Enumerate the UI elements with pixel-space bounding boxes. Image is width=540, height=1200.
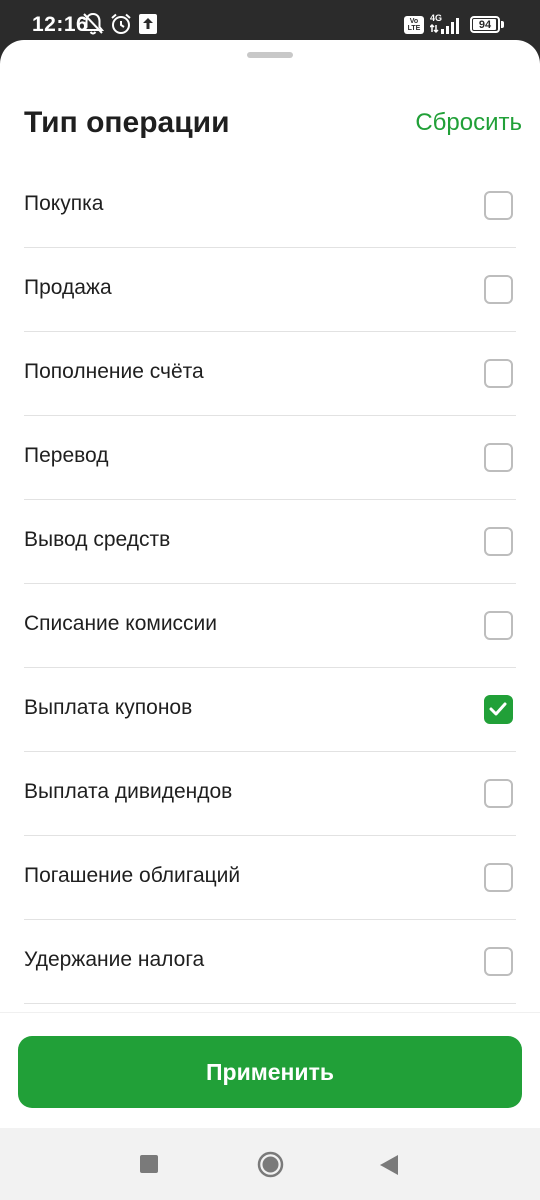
checkbox[interactable] [484, 359, 513, 388]
operation-type-option[interactable]: Пополнение счёта [0, 332, 540, 416]
volte-line2: LTE [407, 25, 421, 32]
operation-type-option[interactable]: Погашение облигаций [0, 836, 540, 920]
checkbox[interactable] [484, 779, 513, 808]
divider [24, 1003, 516, 1004]
option-label: Выплата дивидендов [24, 780, 233, 803]
check-icon [489, 702, 507, 716]
home-icon[interactable] [257, 1151, 284, 1178]
checkbox[interactable] [484, 275, 513, 304]
checkbox-checked[interactable] [484, 695, 513, 724]
reset-button[interactable]: Сбросить [415, 109, 522, 137]
operation-type-option[interactable]: Списание комиссии [0, 584, 540, 668]
filter-bottom-sheet: Тип операции Сбросить Покупка Продажа Попо… [0, 40, 540, 1128]
sheet-title: Тип операции [24, 106, 230, 139]
navigation-bar [0, 1128, 540, 1200]
apply-button[interactable]: Применить [18, 1036, 522, 1108]
upload-icon [139, 14, 157, 39]
option-label: Списание комиссии [24, 612, 218, 635]
volte-icon: Vo LTE [404, 16, 424, 34]
checkbox[interactable] [484, 611, 513, 640]
signal-4g-icon [429, 16, 464, 39]
battery-tip [501, 21, 504, 28]
drag-handle[interactable] [247, 52, 293, 58]
back-icon[interactable] [379, 1154, 399, 1176]
checkbox[interactable] [484, 947, 513, 976]
operation-type-list: Покупка Продажа Пополнение счёта Перевод Выв… [0, 164, 540, 1004]
alarm-icon [109, 12, 133, 41]
option-label: Удержание налога [24, 948, 205, 971]
operation-type-option[interactable]: Выплата купонов [0, 668, 540, 752]
operation-type-option[interactable]: Вывод средств [0, 500, 540, 584]
operation-type-option[interactable]: Покупка [0, 164, 540, 248]
volte-line1: Vo [409, 18, 419, 25]
option-label: Погашение облигаций [24, 864, 241, 887]
option-label: Выплата купонов [24, 696, 193, 719]
battery-level: 94 [478, 18, 492, 31]
operation-type-option[interactable]: Продажа [0, 248, 540, 332]
checkbox[interactable] [484, 443, 513, 472]
screen: 12:16 Vo LTE 4G 94 Тип операции Сбросить… [0, 0, 540, 1200]
status-time: 12:16 [32, 13, 89, 36]
operation-type-option[interactable]: Выплата дивидендов [0, 752, 540, 836]
option-label: Продажа [24, 276, 112, 299]
operation-type-option[interactable]: Удержание налога [0, 920, 540, 1004]
checkbox[interactable] [484, 863, 513, 892]
notifications-off-icon [81, 12, 105, 41]
checkbox[interactable] [484, 191, 513, 220]
checkbox[interactable] [484, 527, 513, 556]
option-label: Перевод [24, 444, 109, 467]
option-label: Вывод средств [24, 528, 171, 551]
operation-type-option[interactable]: Перевод [0, 416, 540, 500]
bottom-action-area: Применить [0, 1012, 540, 1128]
option-label: Пополнение счёта [24, 360, 204, 383]
option-label: Покупка [24, 192, 104, 215]
recent-apps-icon[interactable] [140, 1155, 158, 1173]
battery-icon: 94 [470, 16, 500, 33]
